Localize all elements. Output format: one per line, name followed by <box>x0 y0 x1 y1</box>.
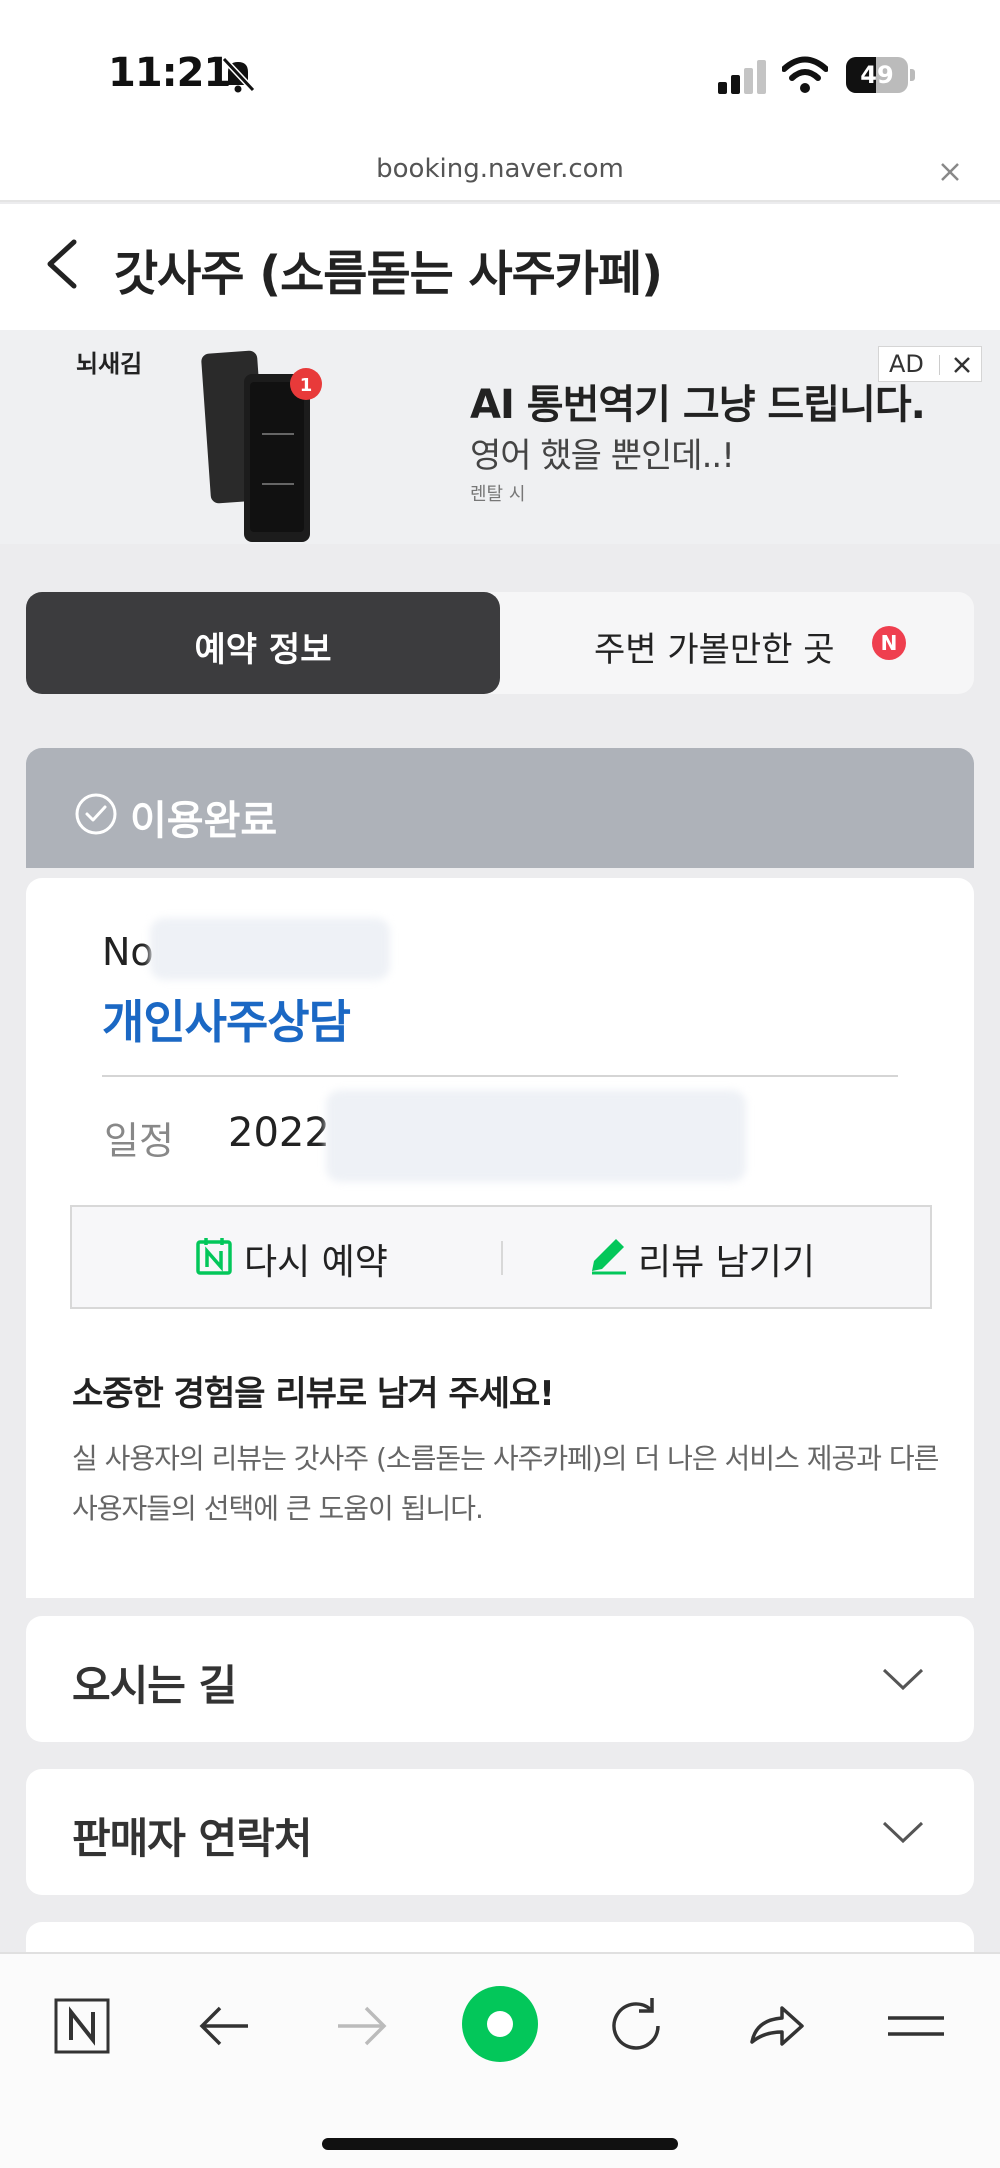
naver-calendar-icon <box>196 1238 232 1275</box>
booking-card: No 개인사주상담 일정 2022 다시 예약 리뷰 남기기 소중한 경험을 리… <box>26 878 974 1598</box>
booking-number-label: No <box>102 930 154 974</box>
home-indicator <box>322 2138 678 2150</box>
chevron-down-icon <box>882 1821 924 1844</box>
directions-title: 오시는 길 <box>72 1661 237 1710</box>
ad-brand-logo: 뇌새김 <box>76 350 143 378</box>
back-chevron-icon[interactable] <box>40 232 84 296</box>
reload-icon[interactable] <box>602 1990 674 2062</box>
review-description: 실 사용자의 리뷰는 갓사주 (소름돋는 사주카페)의 더 나은 서비스 제공과… <box>72 1442 939 1525</box>
battery-indicator: 49 <box>846 57 916 93</box>
browser-url-bar: booking.naver.com <box>0 150 1000 202</box>
write-review-label: 리뷰 남기기 <box>638 1242 816 1283</box>
tab-booking-info[interactable]: 예약 정보 <box>26 592 500 694</box>
redacted-booking-number <box>150 918 390 980</box>
battery-level-text: 49 <box>860 61 894 89</box>
chevron-down-icon <box>882 1668 924 1691</box>
status-time: 11:21 <box>108 50 231 96</box>
seller-contact-title: 판매자 연락처 <box>72 1814 312 1863</box>
wifi-icon <box>782 56 828 93</box>
new-badge: N <box>872 626 906 660</box>
forward-arrow-icon[interactable] <box>326 1990 398 2062</box>
write-review-button[interactable]: 리뷰 남기기 <box>502 1207 932 1307</box>
check-circle-icon <box>75 793 117 835</box>
ad-close-icon[interactable] <box>949 352 975 378</box>
phone-notification-badge: 1 <box>300 375 313 396</box>
tab-booking-info-label: 예약 정보 <box>194 630 332 670</box>
booking-status-strip: 이용완료 <box>26 748 974 868</box>
ad-subtext: 영어 했을 뿐인데..! <box>470 436 735 476</box>
card-divider <box>102 1075 898 1077</box>
directions-section[interactable]: 오시는 길 <box>26 1616 974 1742</box>
action-bar: 다시 예약 리뷰 남기기 <box>70 1205 932 1309</box>
tab-nearby-places-label: 주변 가볼만한 곳 <box>594 630 835 670</box>
menu-icon[interactable] <box>880 1990 952 2062</box>
review-heading: 소중한 경험을 리뷰로 남겨 주세요! <box>72 1374 555 1414</box>
share-icon[interactable] <box>740 1990 812 2062</box>
back-arrow-icon[interactable] <box>188 1990 260 2062</box>
close-icon[interactable] <box>932 154 968 190</box>
status-label: 이용완료 <box>130 798 278 844</box>
bell-off-icon <box>221 56 256 93</box>
booking-tabs: 예약 정보 주변 가볼만한 곳 N <box>26 592 974 694</box>
cellular-signal-icon <box>718 60 766 94</box>
tab-nearby-places[interactable]: 주변 가볼만한 곳 N <box>500 592 974 694</box>
ad-label: AD <box>889 350 924 378</box>
redacted-schedule <box>326 1090 746 1182</box>
schedule-label: 일정 <box>104 1119 174 1163</box>
browser-toolbar <box>0 1952 1000 2168</box>
translator-device-image: 1 <box>201 350 322 542</box>
pencil-icon <box>592 1239 626 1275</box>
page-title: 갓사주 (소름돋는 사주카페) <box>114 246 663 302</box>
ad-badge[interactable]: AD <box>878 346 982 382</box>
ad-note: 렌탈 시 <box>470 484 526 505</box>
rebook-label: 다시 예약 <box>244 1242 388 1283</box>
naver-home-icon[interactable] <box>46 1990 118 2062</box>
ad-banner[interactable]: 뇌새김 1 AI 통번역기 그냥 드립니다. 영어 했을 뿐인데..! 렌탈 시… <box>0 330 1000 544</box>
url-text[interactable]: booking.naver.com <box>0 154 1000 184</box>
green-dot-icon[interactable] <box>458 1982 542 2066</box>
rebook-button[interactable]: 다시 예약 <box>72 1207 502 1307</box>
seller-contact-section[interactable]: 판매자 연락처 <box>26 1769 974 1895</box>
page-header: 갓사주 (소름돋는 사주카페) <box>0 204 1000 330</box>
schedule-value: 2022 <box>228 1110 330 1156</box>
service-name[interactable]: 개인사주상담 <box>102 986 351 1052</box>
ad-headline: AI 통번역기 그냥 드립니다. <box>470 382 926 428</box>
status-bar: 11:21 49 <box>0 0 1000 150</box>
